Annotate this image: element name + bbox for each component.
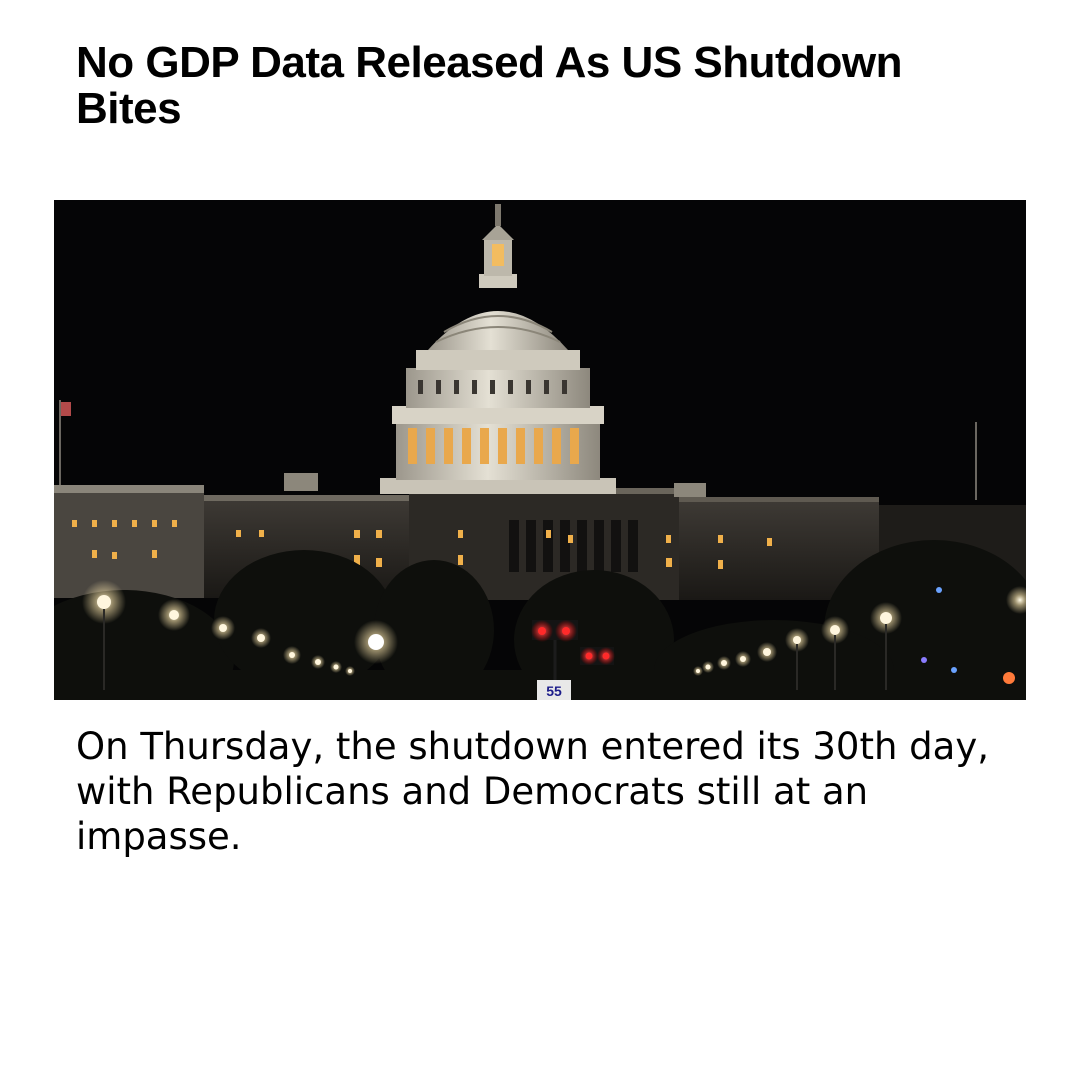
article-headline: No GDP Data Released As US Shutdown Bite… <box>76 38 903 133</box>
capitol-night-illustration: 55 <box>54 200 1026 700</box>
flag <box>61 402 71 416</box>
svg-text:55: 55 <box>546 683 562 699</box>
article-caption: On Thursday, the shutdown entered its 30… <box>76 725 990 858</box>
speed-sign: 55 <box>537 680 571 700</box>
article-photo: 55 <box>54 200 1026 700</box>
